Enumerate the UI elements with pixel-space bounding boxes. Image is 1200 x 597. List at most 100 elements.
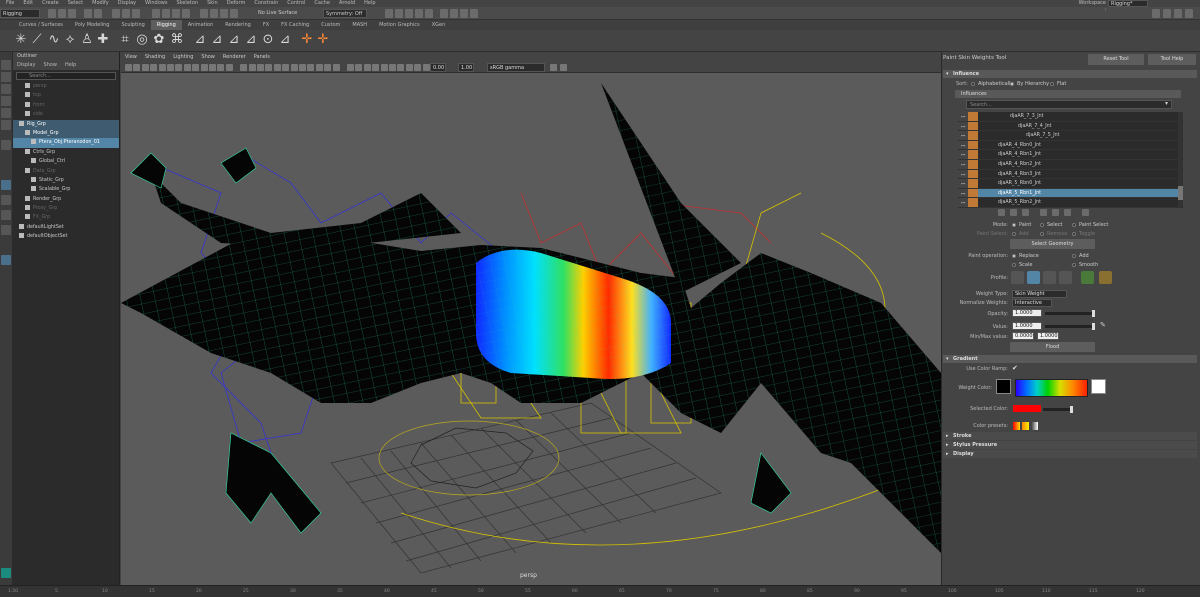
paint-op-replace-radio[interactable]: Replace (1012, 253, 1039, 259)
viewport-toolbar-icon[interactable] (282, 64, 290, 71)
paint-select-toggle-radio[interactable]: Toggle (1072, 231, 1095, 237)
viewport-toolbar-icon[interactable] (257, 64, 264, 71)
viewport-toolbar-icon[interactable] (324, 64, 332, 71)
profile-image-icon[interactable] (1081, 271, 1094, 284)
select-tool-icon[interactable] (1, 60, 11, 70)
symmetry-select[interactable]: Symmetry: Off (323, 9, 367, 18)
copy-weights-icon[interactable] (1010, 209, 1017, 216)
menu-item[interactable]: Deform (227, 0, 246, 7)
viewport-toolbar-icon[interactable] (141, 64, 149, 71)
orient-constraint-icon[interactable]: ⊿ (227, 33, 241, 47)
viewport-toolbar-icon[interactable] (175, 64, 183, 71)
viewport-toolbar-icon[interactable] (355, 64, 363, 71)
outliner-item[interactable]: defaultLightSet (13, 223, 119, 232)
ipr-icon[interactable] (220, 9, 228, 18)
influence-color-swatch[interactable] (968, 150, 978, 159)
viewport-toolbar-icon[interactable] (158, 64, 166, 71)
menu-item[interactable]: Windows (145, 0, 167, 7)
viewport-toolbar-icon[interactable] (217, 64, 225, 71)
tool-settings-icon[interactable] (415, 9, 423, 18)
time-slider[interactable] (0, 585, 1200, 597)
tool-help-button[interactable]: Tool Help (1148, 54, 1196, 65)
dropdown-arrow-icon[interactable]: ▾ (1165, 100, 1168, 107)
render-settings-icon[interactable] (230, 9, 238, 18)
shelf-tab[interactable]: FX (257, 20, 275, 30)
stylus-section-header[interactable]: ▸ Stylus Pressure (943, 441, 1197, 449)
undo-icon[interactable] (84, 9, 92, 18)
render-icon[interactable] (210, 9, 218, 18)
outliner-item[interactable]: persp (13, 82, 119, 91)
select-geometry-button[interactable]: Select Geometry (1010, 239, 1095, 249)
layout-two-icon[interactable] (1, 210, 11, 220)
paint-weights-icon[interactable]: ◎ (135, 33, 149, 47)
sort-flat-radio[interactable]: Flat (1050, 81, 1066, 87)
channel-box-icon[interactable] (395, 9, 403, 18)
show-influences-icon[interactable] (1082, 209, 1089, 216)
viewport-toolbar-icon[interactable] (209, 64, 216, 71)
scale-constraint-icon[interactable]: ⊿ (278, 33, 292, 47)
viewport-toolbar-icon[interactable] (192, 64, 200, 71)
profile-folder-icon[interactable] (1099, 271, 1112, 284)
human-ik-icon[interactable]: ✚ (96, 33, 110, 47)
paint-select-add-radio[interactable]: Add (1012, 231, 1029, 237)
layout-graph-icon[interactable] (1, 255, 11, 265)
outliner-item[interactable]: side (13, 110, 119, 119)
viewport-menu-item[interactable]: Shading (145, 52, 165, 62)
toggle-editor-icon[interactable] (1185, 9, 1193, 18)
outliner-icon[interactable] (440, 9, 448, 18)
bind-skin-icon[interactable]: ⌗ (118, 33, 132, 47)
snap-curve-icon[interactable] (162, 9, 170, 18)
menu-item[interactable]: Select (68, 0, 83, 7)
viewport-toolbar-icon[interactable] (422, 64, 430, 71)
viewport-toolbar-icon[interactable] (290, 64, 298, 71)
viewport-toolbar-icon[interactable] (347, 64, 354, 71)
lock-icon[interactable]: ⊶ (958, 112, 968, 121)
ik-handle-icon[interactable]: ⟋ (30, 33, 44, 47)
outliner-item[interactable]: top (13, 91, 119, 100)
preset-grayscale-icon[interactable] (1031, 422, 1038, 430)
weight-type-select[interactable]: Skin Weight (1012, 290, 1067, 298)
shelf-tab[interactable]: XGen (426, 20, 452, 30)
outliner-menu-item[interactable]: Help (65, 61, 76, 70)
select-object-icon[interactable] (122, 9, 130, 18)
influence-row[interactable]: ⊶ djaAR_5_Rbn2_Jnt (958, 198, 1178, 208)
preset-rainbow-icon[interactable] (1013, 422, 1020, 430)
shelf-tab[interactable]: Custom (315, 20, 346, 30)
outliner-item[interactable]: Proxy_Grp (13, 204, 119, 213)
select-hierarchy-icon[interactable] (112, 9, 120, 18)
toggle-outliner-icon[interactable] (1174, 9, 1182, 18)
outliner-search-input[interactable]: Search... (16, 72, 116, 80)
influence-color-swatch[interactable] (968, 112, 978, 121)
viewport-toolbar-icon[interactable] (389, 64, 396, 71)
lock-icon[interactable]: ⊶ (958, 188, 968, 198)
snap-grid-icon[interactable] (152, 9, 160, 18)
menu-item[interactable]: Arnold (339, 0, 355, 7)
value-slider[interactable] (1045, 325, 1095, 328)
shelf-tab[interactable]: MASH (346, 20, 373, 30)
outliner-item[interactable]: Global_Ctrl (13, 157, 119, 166)
menu-item[interactable]: File (6, 0, 14, 7)
new-scene-icon[interactable] (48, 9, 56, 18)
gradient-section-header[interactable]: ▾ Gradient (943, 355, 1197, 363)
snap-point-icon[interactable] (172, 9, 180, 18)
lock-icon[interactable]: ⊶ (958, 140, 968, 150)
lasso-tool-icon[interactable] (1, 72, 11, 82)
influence-row[interactable]: ⊶ djaAR_4_Rbn0_Jnt (958, 140, 1178, 151)
influence-color-swatch[interactable] (968, 179, 978, 188)
influence-search-input[interactable]: Search... (966, 100, 1172, 109)
paint-op-scale-radio[interactable]: Scale (1012, 262, 1032, 268)
viewport-toolbar-icon[interactable] (560, 64, 567, 71)
outliner-menu-item[interactable]: Show (43, 61, 57, 70)
outliner-item[interactable]: Rig_Grp (13, 119, 119, 129)
layout-four-icon[interactable] (1, 195, 11, 205)
shelf-tab[interactable]: Poly Modeling (69, 20, 116, 30)
locator-icon[interactable]: ✛ (300, 33, 314, 47)
display-section-header[interactable]: ▸ Display (943, 450, 1197, 458)
selected-color-swatch[interactable] (1013, 405, 1041, 412)
invert-lock-icon[interactable] (1064, 209, 1071, 216)
redo-icon[interactable] (94, 9, 102, 18)
menu-item[interactable]: Edit (23, 0, 33, 7)
shelf-tab[interactable]: Curves / Surfaces (13, 20, 69, 30)
viewport-toolbar-icon[interactable] (200, 64, 208, 71)
influence-color-swatch[interactable] (968, 140, 978, 150)
